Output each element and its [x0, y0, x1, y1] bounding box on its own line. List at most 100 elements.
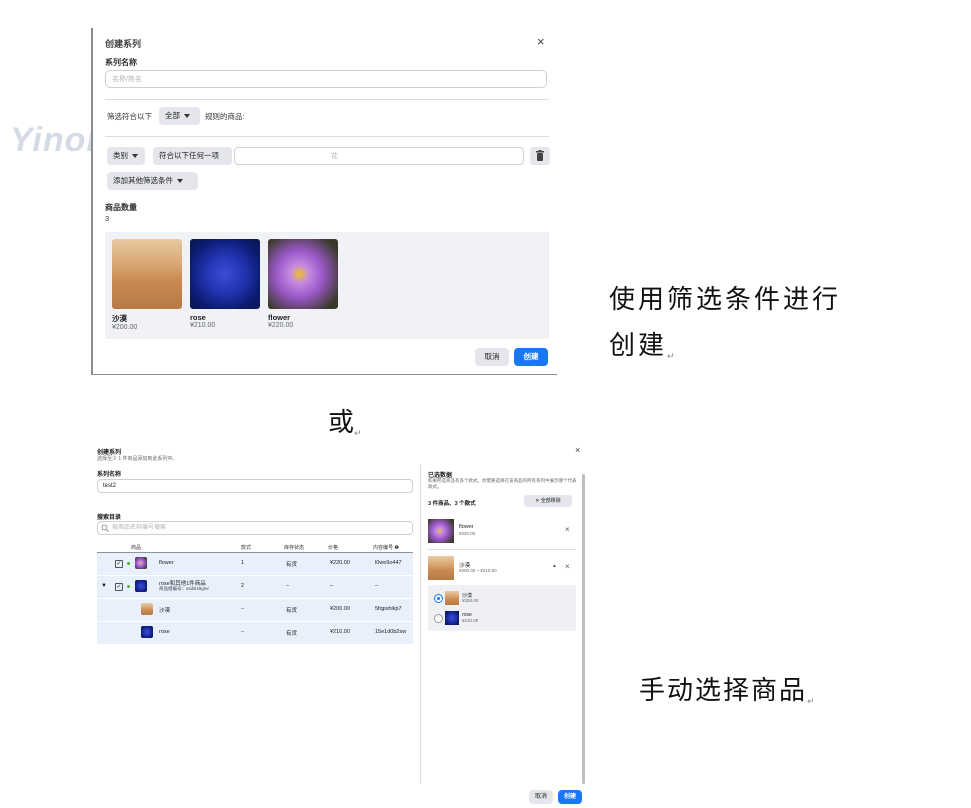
col-header-variants: 款式 — [241, 545, 252, 551]
status-dot — [127, 585, 130, 588]
price: ¥220.00 — [330, 560, 350, 566]
collection-name-input[interactable]: test2 — [97, 479, 413, 493]
filter-value-input[interactable]: 花 — [234, 147, 524, 165]
caption-filter-line2-text: 创建 — [609, 331, 668, 361]
product-count-value: 3 — [105, 214, 110, 223]
table-row[interactable]: ✓ flower 1 有货 ¥220.00 l0we9o447 — [97, 553, 413, 575]
content-id: l0we9o447 — [375, 560, 402, 566]
stock-status: 有货 — [286, 631, 298, 637]
variant-count: – — [241, 606, 245, 612]
delete-filter-button[interactable] — [530, 147, 550, 165]
caption-filter-line2: 创建↵ — [609, 325, 678, 362]
product-thumbnail — [135, 557, 147, 569]
filter-operator-dropdown[interactable]: 符合以下任何一项 — [153, 147, 232, 177]
variant-price: ¥200.00 — [462, 598, 479, 603]
product-count-label: 商品数量 — [105, 203, 137, 212]
add-filter-button[interactable]: 添加其他筛选条件 — [107, 172, 198, 190]
status-dot — [127, 562, 130, 565]
remove-icon[interactable]: × — [565, 525, 570, 534]
col-header-product: 商品 — [131, 545, 142, 551]
expand-caret-icon[interactable]: ▼ — [101, 583, 107, 589]
table-row[interactable]: rose – 有货 ¥210.00 15e1d0b2sw — [97, 622, 413, 644]
product-price: ¥220.00 — [268, 322, 294, 329]
col-header-content-id: 内容编号 ❶ — [373, 545, 399, 551]
product-name: flower — [459, 524, 474, 530]
or-text-label: 或 — [328, 408, 355, 438]
product-image — [112, 239, 182, 309]
price: ¥200.00 — [330, 606, 350, 612]
variant-count: 2 — [241, 583, 245, 589]
collection-name-label: 系列名称 — [105, 58, 137, 67]
catalog-search-input[interactable]: 按商品名称编号搜索 — [97, 521, 413, 535]
caption-manual: 手动选择商品↵ — [639, 670, 817, 707]
product-price: ¥200.00 — [112, 324, 138, 331]
create-button[interactable]: 创建 — [514, 348, 548, 366]
product-name: rose — [159, 629, 170, 635]
product-name: rose — [190, 313, 206, 322]
filter-mode-label: 全部 — [165, 111, 180, 120]
radio-unselected[interactable] — [434, 614, 443, 623]
dialog-subtitle: 选择至少 1 件商品添加到此系列中。 — [97, 456, 178, 462]
selected-panel: 已选数据 如果所选商品有多个款式，你需要选择在该商品的所有系列中展示哪个代表款式… — [420, 464, 581, 784]
radio-selected[interactable] — [434, 594, 443, 603]
dialog-title: 创建系列 — [105, 39, 142, 49]
product-name: flower — [159, 560, 174, 566]
clear-all-button[interactable]: ✕ 全部移除 — [524, 495, 572, 507]
caption-filter-line1: 使用筛选条件进行 — [609, 285, 842, 315]
product-name: 沙漠 — [112, 314, 127, 323]
content-id: – — [375, 583, 379, 589]
close-icon[interactable]: × — [575, 445, 580, 455]
search-icon — [101, 524, 109, 532]
filter-field-dropdown[interactable]: 类别 — [107, 147, 145, 165]
row-checkbox[interactable]: ✓ — [115, 583, 123, 591]
collection-name-input[interactable]: 名称/姓名 — [105, 70, 547, 88]
chevron-down-icon — [184, 114, 190, 119]
selected-count: 3 件商品、3 个款式 — [428, 501, 476, 507]
product-gallery: 沙漠 ¥200.00 rose ¥210.00 flower ¥220.00 — [105, 232, 549, 339]
create-button[interactable]: 创建 — [558, 790, 582, 804]
content-id: 5fqpshikp7 — [375, 606, 402, 612]
scrollbar[interactable] — [582, 474, 585, 784]
variant-thumbnail — [445, 591, 459, 605]
product-thumbnail — [428, 556, 454, 580]
product-price: ¥210.00 — [190, 322, 216, 329]
collapse-caret-icon[interactable]: ▲ — [552, 563, 557, 569]
content-id: 15e1d0b2sw — [375, 629, 407, 635]
product-thumbnail — [141, 626, 153, 638]
product-thumbnail — [135, 580, 147, 592]
product-thumbnail — [428, 519, 454, 543]
variant-price: ¥210.00 — [462, 618, 479, 623]
stock-status: – — [286, 583, 290, 589]
table-row[interactable]: ▼ ✓ rose和其他1件商品 商品组编号：ssdsl49gmr 2 – – – — [97, 576, 413, 598]
cancel-button[interactable]: 取消 — [475, 348, 509, 366]
stock-status: 有货 — [286, 608, 298, 614]
filter-suffix-text: 规则的商品: — [205, 112, 245, 121]
divider — [105, 136, 549, 137]
add-filter-label: 添加其他筛选条件 — [113, 176, 173, 185]
trash-icon — [536, 150, 544, 161]
return-mark: ↵ — [667, 352, 678, 362]
variant-option[interactable]: rose ¥210.00 — [432, 610, 580, 626]
product-card[interactable]: rose ¥210.00 — [190, 239, 260, 329]
selected-item[interactable]: 沙漠 ¥200.00 ~ ¥210.00 ▲ × — [428, 554, 576, 582]
variant-count: 1 — [241, 560, 245, 566]
table-row[interactable]: 沙漠 – 有货 ¥200.00 5fqpshikp7 — [97, 599, 413, 621]
variant-option[interactable]: 沙漠 ¥200.00 — [432, 590, 580, 606]
product-group-id: 商品组编号：ssdsl49gmr — [159, 586, 210, 591]
chevron-down-icon — [132, 154, 138, 159]
return-mark: ↵ — [807, 697, 817, 707]
variant-thumbnail — [445, 611, 459, 625]
product-price: ¥220.00 — [459, 531, 476, 536]
product-card[interactable]: flower ¥220.00 — [268, 239, 338, 329]
cancel-button[interactable]: 取消 — [529, 790, 553, 804]
selected-item[interactable]: flower ¥220.00 × — [428, 517, 576, 545]
catalog-search-label: 搜索目录 — [97, 515, 122, 521]
remove-icon[interactable]: × — [565, 562, 570, 571]
product-image — [190, 239, 260, 309]
divider — [428, 549, 576, 550]
product-card[interactable]: 沙漠 ¥200.00 — [112, 239, 182, 331]
divider — [105, 99, 549, 100]
close-icon[interactable]: × — [537, 34, 545, 49]
filter-mode-dropdown[interactable]: 全部 — [159, 107, 200, 125]
row-checkbox[interactable]: ✓ — [115, 560, 123, 568]
